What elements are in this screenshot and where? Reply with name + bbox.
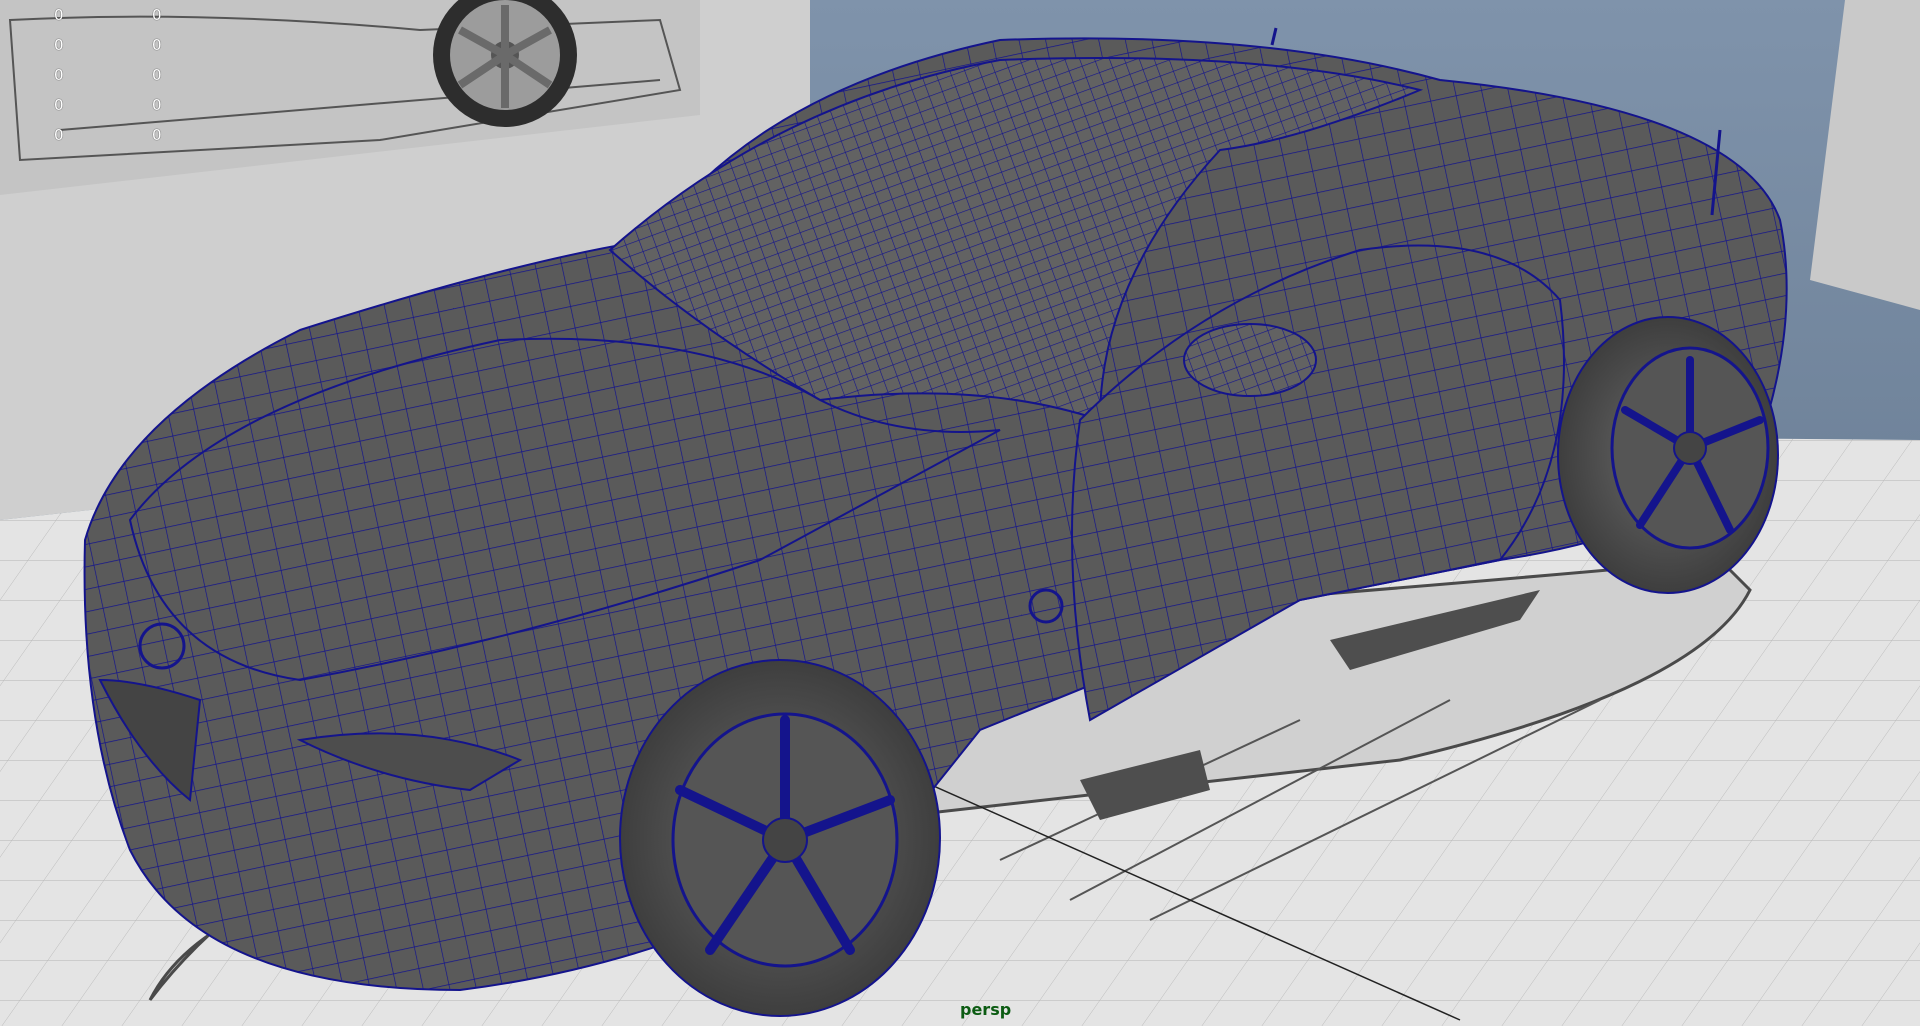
hud-column-a: 0 0 0 0 0 — [54, 0, 64, 150]
hud-value: 0 — [54, 6, 64, 24]
hud-value: 0 — [152, 126, 162, 144]
hud-column-b: 0 0 0 0 0 — [152, 0, 162, 150]
hud-value: 0 — [54, 36, 64, 54]
rear-wheel[interactable] — [1557, 316, 1779, 594]
hud-value: 0 — [152, 36, 162, 54]
viewport-scene[interactable] — [0, 0, 1920, 1026]
hud-value: 0 — [152, 66, 162, 84]
hud-value: 0 — [54, 66, 64, 84]
side-mirror — [1183, 323, 1317, 397]
hud-value: 0 — [152, 6, 162, 24]
hud-value: 0 — [54, 126, 64, 144]
front-wheel[interactable] — [619, 659, 941, 1017]
camera-name-label: persp — [960, 1000, 1012, 1019]
maya-perspective-viewport[interactable]: 0 0 0 0 0 0 0 0 0 0 persp — [0, 0, 1920, 1026]
hud-value: 0 — [152, 96, 162, 114]
hud-value: 0 — [54, 96, 64, 114]
